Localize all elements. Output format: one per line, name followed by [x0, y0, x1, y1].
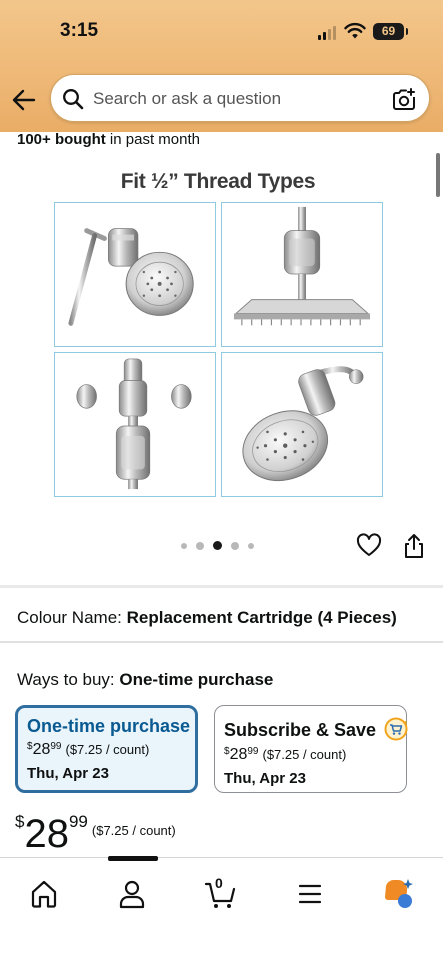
carousel-dot-active[interactable]: [213, 541, 222, 550]
cellular-signal-icon: [318, 26, 336, 40]
search-icon: [63, 89, 84, 110]
nav-active-indicator: [108, 856, 158, 861]
search-bar[interactable]: Search or ask a question: [50, 74, 430, 122]
bottom-navigation: 0: [0, 856, 443, 960]
ways-to-buy-value: One-time purchase: [119, 670, 274, 689]
image-title: Fit ½” Thread Types: [120, 170, 316, 193]
image-tile-angled-shower-head: [54, 202, 216, 347]
product-price: $2899 ($7.25 / count): [15, 812, 176, 856]
option-title: Subscribe & Save: [224, 716, 408, 742]
page-scrollbar[interactable]: [436, 153, 440, 197]
colour-label: Colour Name:: [17, 608, 122, 627]
colour-value: Replacement Cartridge (4 Pieces): [126, 608, 397, 627]
back-arrow-icon[interactable]: [10, 86, 38, 114]
home-icon[interactable]: [26, 876, 62, 912]
account-icon[interactable]: [114, 876, 150, 912]
product-image-gallery[interactable]: Fit ½” Thread Types: [0, 155, 443, 575]
carousel-dots[interactable]: [181, 541, 254, 550]
section-divider: [0, 585, 443, 588]
camera-search-icon[interactable]: [391, 87, 417, 113]
heart-icon[interactable]: [356, 533, 382, 559]
subscribe-cart-icon: [384, 717, 408, 741]
app-header: 3:15 69 Search or ask a question: [0, 0, 443, 132]
wifi-icon: [344, 22, 366, 39]
option-price: $2899 ($7.25 / count): [27, 741, 150, 758]
rufus-icon[interactable]: [380, 876, 416, 912]
one-time-purchase-option[interactable]: One-time purchase $2899 ($7.25 / count) T…: [15, 705, 198, 793]
carousel-dot[interactable]: [196, 541, 204, 550]
status-time: 3:15: [60, 20, 99, 41]
image-tile-wall-valve-filter: [54, 352, 216, 497]
option-price: $2899 ($7.25 / count): [224, 746, 347, 763]
ways-to-buy: Ways to buy: One-time purchase: [17, 670, 274, 689]
carousel-dot[interactable]: [181, 542, 187, 549]
subscribe-and-save-option[interactable]: Subscribe & Save $2899 ($7.25 / count) Th…: [214, 705, 408, 793]
option-title: One-time purchase: [27, 716, 191, 736]
carousel-dot[interactable]: [231, 541, 239, 550]
cart-count: 0: [215, 875, 223, 891]
cart-button[interactable]: 0: [203, 875, 239, 912]
price-per-unit: ($7.25 / count): [91, 823, 176, 838]
section-divider: [0, 641, 443, 643]
option-delivery-date: Thu, Apr 23: [224, 770, 306, 787]
share-icon[interactable]: [402, 533, 426, 559]
image-tile-round-shower-head: [221, 352, 383, 497]
battery-indicator: 69: [373, 23, 408, 40]
carousel-dot[interactable]: [248, 542, 254, 549]
search-input[interactable]: Search or ask a question: [93, 89, 281, 109]
menu-icon[interactable]: [292, 876, 328, 912]
colour-name-row[interactable]: Colour Name: Replacement Cartridge (4 Pi…: [17, 608, 397, 628]
purchase-count: 100+ bought in past month: [17, 131, 200, 148]
image-tile-rain-shower-head: [221, 202, 383, 347]
option-delivery-date: Thu, Apr 23: [27, 765, 109, 782]
